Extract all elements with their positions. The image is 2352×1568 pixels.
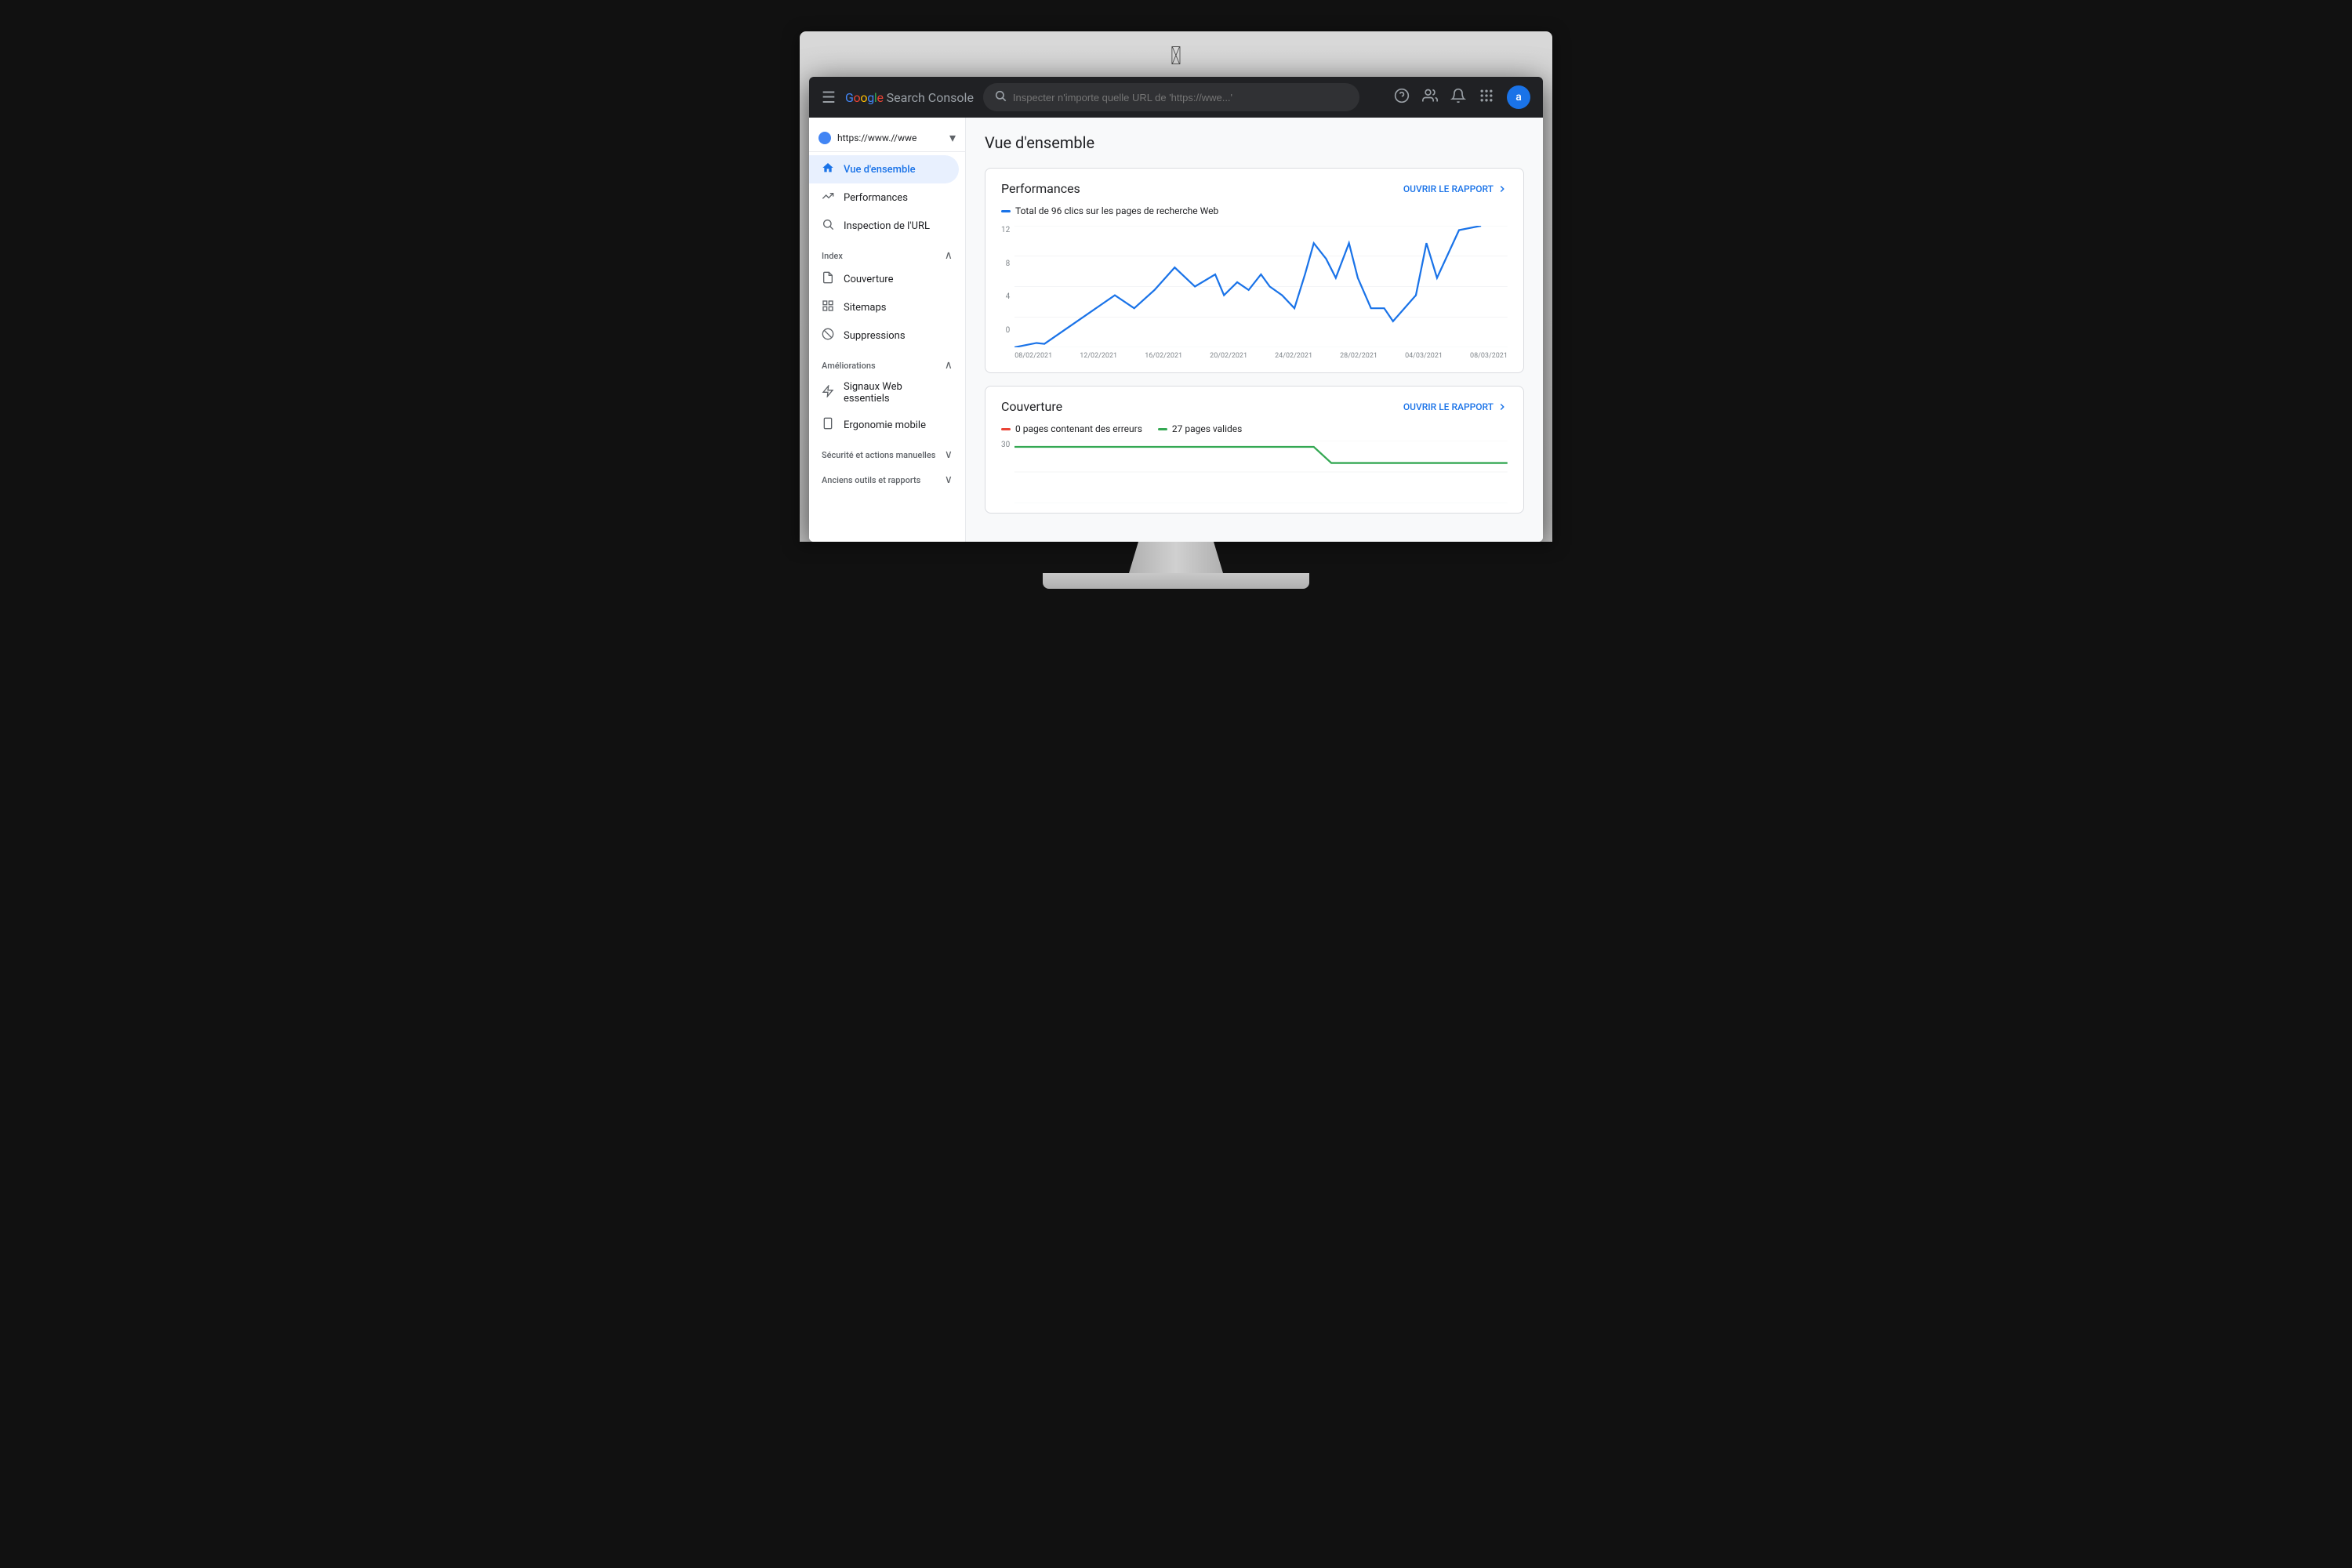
section-index-header[interactable]: Index ∧	[809, 240, 965, 265]
couverture-legend-valid-dot	[1158, 428, 1167, 430]
x-label-2: 12/02/2021	[1080, 352, 1117, 360]
couverture-card-title: Couverture	[1001, 399, 1062, 414]
performances-open-report-link[interactable]: OUVRIR LE RAPPORT	[1403, 183, 1508, 194]
app-window: ☰ Google Search Console	[809, 77, 1543, 542]
user-avatar[interactable]: a	[1507, 85, 1530, 109]
suppressions-icon	[822, 328, 834, 343]
site-favicon	[818, 132, 831, 144]
site-selector[interactable]: https://www.//wwe ▾	[809, 124, 965, 152]
sidebar-label-inspection: Inspection de l'URL	[844, 220, 930, 232]
section-anciens-header[interactable]: Anciens outils et rapports ∨	[809, 464, 965, 489]
section-anciens-chevron: ∨	[945, 474, 953, 486]
sitemaps-icon	[822, 299, 834, 315]
search-icon	[994, 89, 1007, 105]
ergonomie-icon	[822, 417, 834, 433]
couverture-icon	[822, 271, 834, 287]
couverture-chart-area: 30	[985, 441, 1523, 513]
page-title: Vue d'ensemble	[985, 133, 1524, 152]
performances-icon	[822, 190, 834, 205]
couverture-open-report-link[interactable]: OUVRIR LE RAPPORT	[1403, 401, 1508, 412]
home-icon	[822, 162, 834, 177]
y-label-8: 8	[1006, 260, 1011, 268]
topbar: ☰ Google Search Console	[809, 77, 1543, 118]
couverture-legend-valid-label: 27 pages valides	[1172, 423, 1242, 434]
couverture-legend: 0 pages contenant des erreurs 27 pages v…	[985, 420, 1523, 441]
site-url: https://www.//wwe	[837, 132, 943, 143]
performances-legend-dot	[1001, 210, 1011, 212]
section-securite-chevron: ∨	[945, 448, 953, 461]
x-label-5: 24/02/2021	[1275, 352, 1312, 360]
performances-card-title: Performances	[1001, 181, 1080, 196]
section-ameliorations-chevron: ∧	[945, 359, 953, 372]
couverture-legend-errors: 0 pages contenant des erreurs	[1001, 423, 1142, 434]
sidebar-item-vue-ensemble[interactable]: Vue d'ensemble	[809, 155, 959, 183]
y-label-4: 4	[1006, 292, 1011, 301]
coverage-y-label-30: 30	[1001, 441, 1010, 449]
apps-icon[interactable]	[1479, 88, 1494, 107]
couverture-chart-svg	[1014, 441, 1508, 503]
monitor-stand-base	[1043, 573, 1309, 589]
performances-card-header: Performances OUVRIR LE RAPPORT	[985, 169, 1523, 202]
x-label-3: 16/02/2021	[1145, 352, 1182, 360]
performances-chart-area: 12 8 4 0	[985, 226, 1523, 372]
sidebar: https://www.//wwe ▾ Vue d'ensemble	[809, 118, 966, 542]
performances-legend: Total de 96 clics sur les pages de reche…	[985, 202, 1523, 226]
sidebar-item-performances[interactable]: Performances	[809, 183, 959, 212]
search-bar[interactable]	[983, 83, 1359, 111]
couverture-card-header: Couverture OUVRIR LE RAPPORT	[985, 387, 1523, 420]
sidebar-label-sitemaps: Sitemaps	[844, 302, 887, 314]
site-dropdown-icon[interactable]: ▾	[949, 130, 956, 145]
section-securite-title: Sécurité et actions manuelles	[822, 450, 935, 460]
app-logo: Google Search Console	[845, 90, 974, 105]
section-ameliorations-title: Améliorations	[822, 361, 876, 371]
sidebar-item-couverture[interactable]: Couverture	[809, 265, 959, 293]
google-logo-text: Google	[845, 90, 884, 105]
sidebar-label-couverture: Couverture	[844, 274, 893, 285]
section-anciens-title: Anciens outils et rapports	[822, 475, 920, 485]
main-content: Vue d'ensemble Performances OUVRIR LE RA…	[966, 118, 1543, 542]
search-console-logo-text: Search Console	[887, 90, 974, 105]
performances-card: Performances OUVRIR LE RAPPORT Total de …	[985, 168, 1524, 373]
y-label-0: 0	[1006, 326, 1011, 335]
inspection-icon	[822, 218, 834, 234]
signaux-web-icon	[822, 385, 834, 401]
sidebar-label-signaux-web: Signaux Web essentiels	[844, 381, 946, 405]
monitor-stand-neck	[1129, 542, 1223, 573]
sidebar-item-suppressions[interactable]: Suppressions	[809, 321, 959, 350]
sidebar-item-signaux-web[interactable]: Signaux Web essentiels	[809, 375, 959, 411]
sidebar-item-sitemaps[interactable]: Sitemaps	[809, 293, 959, 321]
performances-legend-label: Total de 96 clics sur les pages de reche…	[1015, 205, 1218, 216]
sidebar-label-performances: Performances	[844, 192, 908, 204]
sidebar-label-suppressions: Suppressions	[844, 330, 906, 342]
sidebar-label-vue-ensemble: Vue d'ensemble	[844, 164, 916, 176]
apple-logo: 	[809, 41, 1543, 71]
y-label-12: 12	[1001, 226, 1010, 234]
x-label-6: 28/02/2021	[1340, 352, 1377, 360]
section-ameliorations-header[interactable]: Améliorations ∧	[809, 350, 965, 375]
notifications-icon[interactable]	[1450, 88, 1466, 107]
accounts-icon[interactable]	[1422, 88, 1438, 107]
help-icon[interactable]	[1394, 88, 1410, 107]
performances-chart-svg	[1014, 226, 1508, 347]
sidebar-item-ergonomie[interactable]: Ergonomie mobile	[809, 411, 959, 439]
x-label-1: 08/02/2021	[1014, 352, 1052, 360]
couverture-legend-errors-label: 0 pages contenant des erreurs	[1015, 423, 1142, 434]
search-input[interactable]	[1013, 92, 1348, 103]
couverture-card: Couverture OUVRIR LE RAPPORT 0 pages con…	[985, 386, 1524, 514]
section-securite-header[interactable]: Sécurité et actions manuelles ∨	[809, 439, 965, 464]
sidebar-label-ergonomie: Ergonomie mobile	[844, 419, 926, 431]
x-label-8: 08/03/2021	[1470, 352, 1508, 360]
couverture-legend-errors-dot	[1001, 428, 1011, 430]
menu-icon[interactable]: ☰	[822, 88, 836, 107]
performances-legend-clicks: Total de 96 clics sur les pages de reche…	[1001, 205, 1218, 216]
x-label-4: 20/02/2021	[1210, 352, 1247, 360]
couverture-legend-valid: 27 pages valides	[1158, 423, 1242, 434]
section-index-title: Index	[822, 251, 843, 261]
x-label-7: 04/03/2021	[1405, 352, 1443, 360]
sidebar-item-inspection-url[interactable]: Inspection de l'URL	[809, 212, 959, 240]
section-index-chevron: ∧	[945, 249, 953, 262]
main-layout: https://www.//wwe ▾ Vue d'ensemble	[809, 118, 1543, 542]
topbar-actions: a	[1394, 85, 1530, 109]
